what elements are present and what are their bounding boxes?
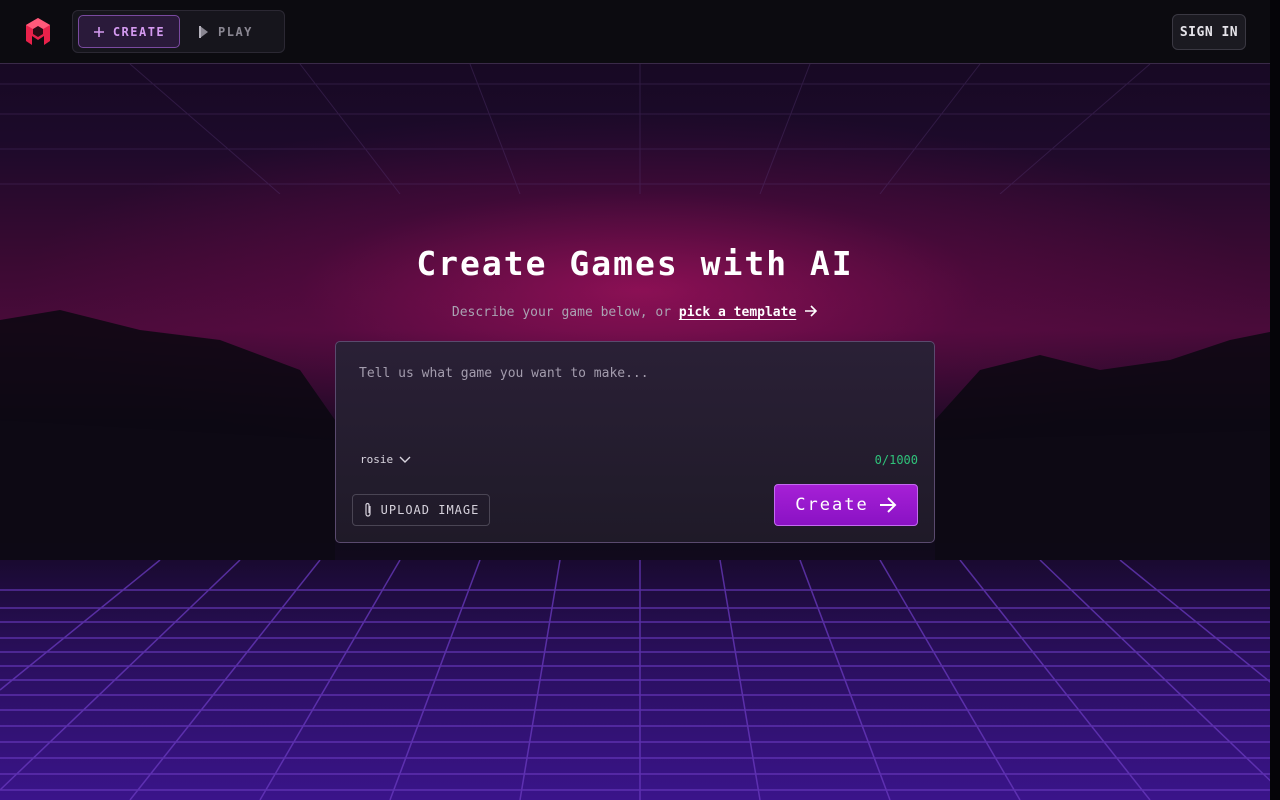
sign-in-button[interactable]: SIGN IN [1172, 14, 1246, 50]
tab-play-label: PLAY [218, 24, 253, 39]
pick-template-link[interactable]: pick a template [679, 305, 796, 320]
subtitle-text: Describe your game below, or [451, 305, 672, 320]
upload-image-button[interactable]: UPLOAD IMAGE [352, 494, 490, 526]
tab-create[interactable]: CREATE [78, 15, 180, 48]
page-title: Create Games with AI [416, 244, 854, 283]
sky-grid [0, 64, 1280, 194]
tab-play[interactable]: PLAY [198, 15, 278, 48]
arrow-right-icon [879, 497, 897, 513]
arrow-right-icon [805, 305, 818, 317]
grid-floor [0, 560, 1280, 800]
game-prompt-input[interactable] [359, 366, 909, 446]
prompt-panel: rosie 0/1000 UPLOAD IMAGE Create [335, 341, 935, 543]
plus-icon [93, 26, 104, 37]
page-subtitle: Describe your game below, or pick a temp… [0, 305, 1270, 320]
tab-create-label: CREATE [112, 24, 166, 39]
model-selector-value: rosie [360, 453, 394, 466]
create-button-label: Create [795, 495, 869, 515]
chevron-down-icon [399, 456, 411, 463]
top-bar: CREATE PLAY SIGN IN [0, 0, 1270, 64]
paperclip-icon [365, 502, 371, 517]
mode-switch: CREATE PLAY [72, 10, 285, 53]
play-icon [199, 25, 208, 38]
model-selector[interactable]: rosie [360, 453, 411, 466]
character-counter: 0/1000 [874, 453, 918, 467]
upload-image-label: UPLOAD IMAGE [380, 503, 480, 517]
logo-icon[interactable] [22, 16, 54, 48]
scrollbar-track [1270, 0, 1280, 800]
create-button[interactable]: Create [774, 484, 918, 526]
